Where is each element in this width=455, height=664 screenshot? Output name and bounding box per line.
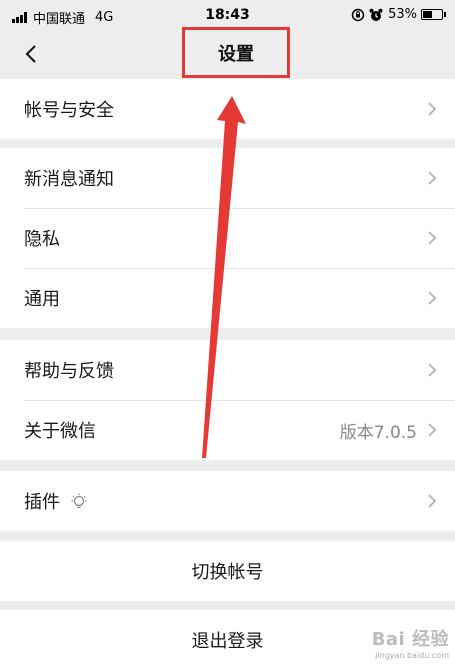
watermark: Bai 经验 jingyan.baidu.com: [372, 625, 449, 660]
settings-item-plugins[interactable]: 插件: [0, 471, 455, 531]
battery-fill: [423, 11, 432, 18]
watermark-logo: Bai 经验: [371, 629, 449, 650]
title-highlight-box: 设置: [182, 27, 290, 78]
chevron-right-icon: [428, 171, 437, 185]
chevron-right-icon: [428, 494, 437, 508]
nav-bar: 设置: [0, 27, 455, 78]
settings-item-label: 帐号与安全: [24, 100, 114, 121]
settings-item-privacy[interactable]: 隐私: [0, 208, 455, 268]
status-right: 53%: [351, 7, 446, 22]
version-value: 版本7.0.5: [339, 422, 417, 443]
chevron-right-icon: [428, 231, 437, 245]
settings-group-account: 帐号与安全: [0, 79, 455, 139]
settings-item-label: 通用: [24, 289, 60, 310]
chevron-right-icon: [428, 291, 437, 305]
chevron-right-icon: [428, 102, 437, 116]
status-bar: 中国联通 4G 18:43 53%: [0, 0, 455, 30]
switch-account-label: 切换帐号: [191, 562, 264, 583]
battery-icon: [421, 9, 446, 20]
watermark-url: jingyan.baidu.com: [375, 651, 449, 660]
settings-group-help: 帮助与反馈 关于微信 版本7.0.5: [0, 340, 455, 460]
lightbulb-icon: [71, 493, 87, 509]
settings-item-label: 插件: [24, 492, 60, 513]
rotation-lock-icon: [351, 8, 365, 21]
settings-item-label: 新消息通知: [24, 169, 114, 190]
settings-item-label: 隐私: [24, 229, 60, 250]
chevron-right-icon: [428, 423, 437, 437]
settings-group-plugins: 插件: [0, 471, 455, 531]
settings-item-label: 关于微信: [24, 421, 96, 442]
battery-percent: 53%: [388, 7, 417, 22]
settings-item-general[interactable]: 通用: [0, 268, 455, 328]
chevron-left-icon: [25, 45, 36, 63]
settings-group-general: 新消息通知 隐私 通用: [0, 148, 455, 328]
page-title: 设置: [218, 43, 254, 65]
settings-item-about-wechat[interactable]: 关于微信 版本7.0.5: [0, 400, 455, 460]
switch-account-button[interactable]: 切换帐号: [0, 541, 455, 601]
settings-item-label: 帮助与反馈: [24, 361, 114, 382]
settings-item-account-security[interactable]: 帐号与安全: [0, 79, 455, 139]
logout-label: 退出登录: [191, 631, 264, 652]
chevron-right-icon: [428, 363, 437, 377]
settings-item-notifications[interactable]: 新消息通知: [0, 148, 455, 208]
switch-account-group: 切换帐号: [0, 541, 455, 601]
alarm-icon: [369, 8, 383, 21]
back-button[interactable]: [18, 40, 46, 68]
settings-item-help-feedback[interactable]: 帮助与反馈: [0, 340, 455, 400]
